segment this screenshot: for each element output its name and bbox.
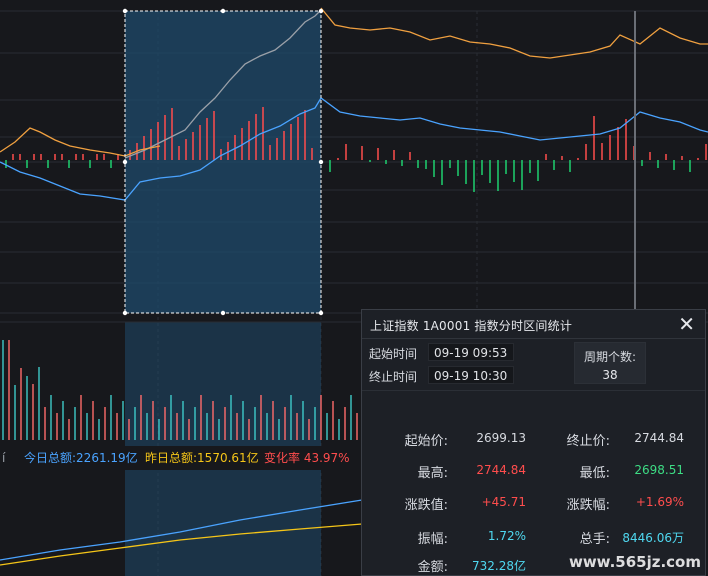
watermark: www.565jz.com <box>568 553 701 571</box>
stat-value: +45.71 <box>481 495 526 509</box>
stat-value: 2698.51 <box>634 463 684 477</box>
end-time-field[interactable]: 09-19 10:30 <box>428 366 514 384</box>
stat-value: 2699.13 <box>476 431 526 445</box>
today-total: 今日总额:2261.19亿 <box>24 451 138 465</box>
turnover-totals-bar: í 今日总额:2261.19亿 昨日总额:1570.61亿 变化率 43.97% <box>0 446 362 470</box>
selection-handle <box>220 8 226 14</box>
panel-divider-line <box>362 390 705 391</box>
start-time-field[interactable]: 09-19 09:53 <box>428 343 514 361</box>
stat-value: 2744.84 <box>634 431 684 445</box>
panel-title: 上证指数 1A0001 指数分时区间统计 <box>370 319 573 333</box>
interval-stats-panel: 上证指数 1A0001 指数分时区间统计 ✕ 起始时间 09-19 09:53 … <box>361 309 706 576</box>
selection-range-upper <box>125 11 321 313</box>
stat-value: 8446.06万 <box>622 531 684 545</box>
change-rate: 变化率 43.97% <box>264 451 350 465</box>
selection-handle <box>318 8 324 14</box>
start-time-label: 起始时间 <box>369 347 418 361</box>
stat-value: 1.72% <box>487 529 526 543</box>
stat-value: 2744.84 <box>476 463 526 477</box>
period-count-value: 38 <box>602 368 618 382</box>
selection-handle <box>220 310 226 316</box>
yesterday-total: 昨日总额:1570.61亿 <box>145 451 259 465</box>
selection-handle <box>122 310 128 316</box>
panel-header: 上证指数 1A0001 指数分时区间统计 ✕ <box>362 310 705 339</box>
stat-value: 732.28亿 <box>472 559 526 573</box>
stat-value: +1.69% <box>635 495 684 509</box>
selection-handle <box>122 8 128 14</box>
selection-handle <box>318 159 324 165</box>
totals-prefix: í <box>2 451 6 465</box>
end-time-label: 终止时间 <box>369 370 418 384</box>
selection-handle <box>318 310 324 316</box>
close-icon[interactable]: ✕ <box>678 312 695 336</box>
price-line-after <box>320 7 708 59</box>
macd-bars <box>5 107 707 192</box>
period-count-box: 周期个数: 38 <box>574 342 646 384</box>
period-count-label: 周期个数: <box>583 350 637 364</box>
selection-handle <box>122 159 128 165</box>
